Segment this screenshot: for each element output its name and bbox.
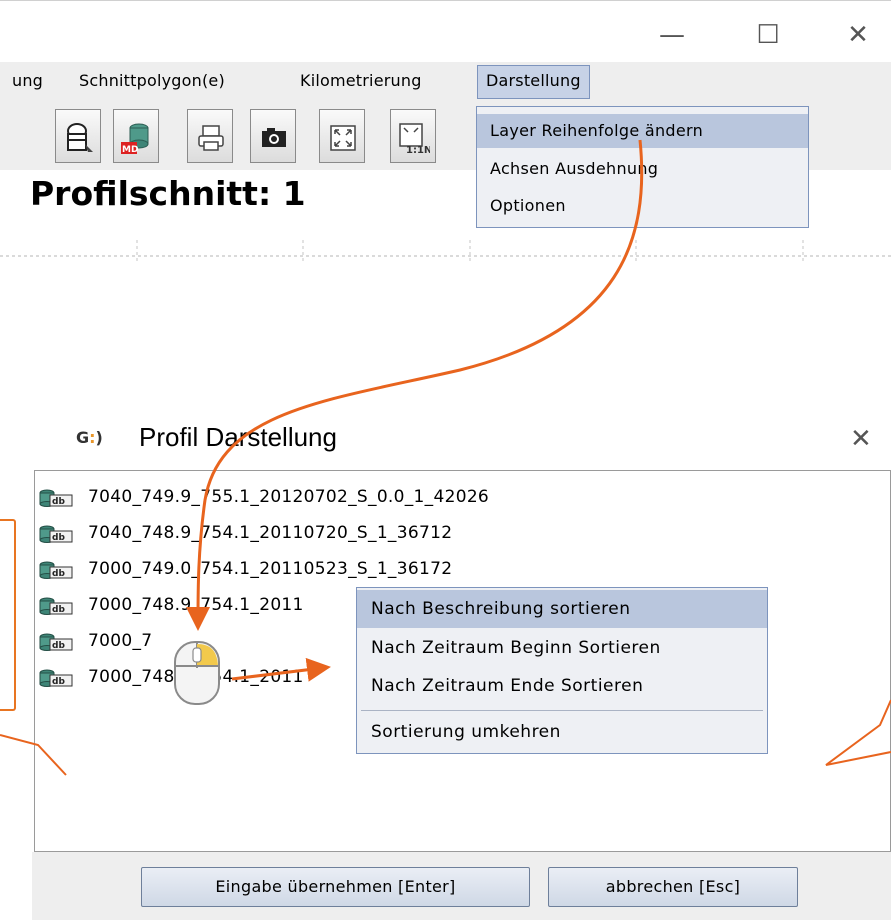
select-tool-icon	[67, 123, 93, 152]
ctx-item-sort-end[interactable]: Nach Zeitraum Ende Sortieren	[357, 666, 767, 706]
layer-name: 7040_748.9_754.1_20110720_S_1_36712	[88, 523, 453, 543]
zoom-1-1-label: 1:1N	[406, 145, 430, 154]
svg-text:db: db	[52, 605, 65, 615]
svg-text:db: db	[52, 497, 65, 507]
layer-list-item[interactable]: db 7040_748.9_754.1_20110720_S_1_36712	[39, 519, 639, 549]
zoom-1-1-button[interactable]: 1:1N	[390, 109, 436, 163]
select-tool-button[interactable]	[55, 109, 101, 163]
minimize-button[interactable]: —	[652, 19, 692, 51]
confirm-button[interactable]: Eingabe übernehmen [Enter]	[141, 867, 530, 907]
database-md-icon: MD	[121, 123, 149, 154]
dialog-footer: Eingabe übernehmen [Enter] abbrechen [Es…	[32, 852, 891, 920]
db-layer-icon: db	[39, 525, 73, 543]
svg-text:MD: MD	[122, 145, 138, 154]
layer-list-item[interactable]: db 7000_749.0_754.1_20110523_S_1_36172	[39, 555, 639, 585]
maximize-button[interactable]: ☐	[748, 19, 788, 51]
db-layer-icon: db	[39, 669, 73, 687]
db-layer-icon: db	[39, 633, 73, 651]
db-layer-icon: db	[39, 561, 73, 579]
svg-text:db: db	[52, 641, 65, 651]
sort-context-menu: Nach Beschreibung sortieren Nach Zeitrau…	[356, 587, 768, 754]
camera-icon	[262, 128, 286, 147]
dialog-header: G:) Profil Darstellung ✕	[32, 408, 891, 470]
layer-name: 7000_7	[88, 631, 153, 651]
menu-item-layer-reihenfolge[interactable]: Layer Reihenfolge ändern	[477, 114, 808, 148]
zoom-1-1-icon: 1:1N	[399, 123, 430, 154]
svg-text:db: db	[52, 677, 65, 687]
layer-list-item[interactable]: db 7040_749.9_755.1_20120702_S_0.0_1_4202…	[39, 483, 639, 513]
close-button[interactable]: ✕	[838, 19, 878, 51]
app-logo-icon: G:)	[76, 428, 103, 447]
menu-partial-item[interactable]: ung	[8, 62, 47, 100]
profile-title: Profilschnitt: 1	[30, 174, 306, 213]
menu-item-optionen[interactable]: Optionen	[477, 191, 808, 221]
print-icon	[198, 125, 224, 151]
darstellung-dropdown: Layer Reihenfolge ändern Achsen Ausdehnu…	[476, 106, 809, 228]
layer-name: 7000_748.9_754.1_2011	[88, 595, 304, 615]
menu-schnittpolygone[interactable]: Schnittpolygon(e)	[75, 62, 229, 100]
menu-darstellung[interactable]: Darstellung	[477, 65, 590, 99]
zoom-extent-icon	[330, 125, 356, 151]
svg-text:db: db	[52, 533, 65, 543]
ctx-item-sort-start[interactable]: Nach Zeitraum Beginn Sortieren	[357, 628, 767, 668]
layer-name: 7000_748.9_754.1_2011	[88, 667, 304, 687]
print-button[interactable]	[187, 109, 233, 163]
ctx-item-reverse[interactable]: Sortierung umkehren	[357, 712, 767, 752]
dialog-title: Profil Darstellung	[139, 422, 337, 452]
db-layer-icon: db	[39, 597, 73, 615]
layer-name: 7000_749.0_754.1_20110523_S_1_36172	[88, 559, 453, 579]
ctx-item-sort-description[interactable]: Nach Beschreibung sortieren	[357, 590, 767, 628]
ctx-separator	[361, 710, 763, 711]
layer-name: 7040_749.9_755.1_20120702_S_0.0_1_42026	[88, 487, 490, 507]
window-titlebar: — ☐ ✕	[0, 0, 891, 63]
db-layer-icon: db	[39, 489, 73, 507]
profile-canvas	[0, 240, 891, 264]
zoom-extent-button[interactable]	[319, 109, 365, 163]
menu-item-achsen-ausdehnung[interactable]: Achsen Ausdehnung	[477, 154, 808, 184]
screenshot-button[interactable]	[250, 109, 296, 163]
annotation-bracket	[0, 519, 16, 711]
svg-text:db: db	[52, 569, 65, 579]
menubar: ung Schnittpolygon(e) Kilometrierung Dar…	[0, 62, 891, 101]
database-md-button[interactable]: MD	[113, 109, 159, 163]
menu-kilometrierung[interactable]: Kilometrierung	[296, 62, 426, 100]
dialog-close-icon[interactable]: ✕	[850, 424, 872, 454]
cancel-button[interactable]: abbrechen [Esc]	[548, 867, 798, 907]
